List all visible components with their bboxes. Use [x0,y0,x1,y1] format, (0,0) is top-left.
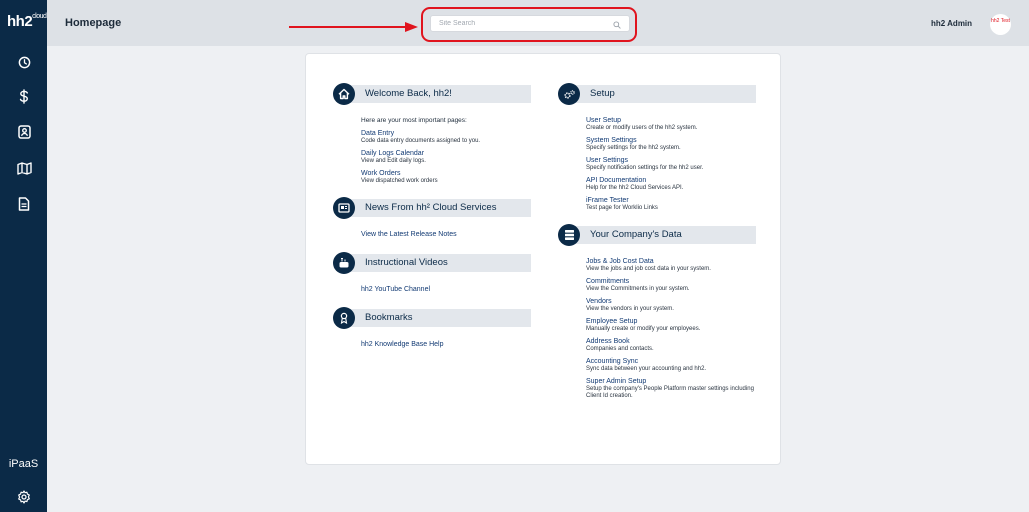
item-title[interactable]: Address Book [586,338,758,346]
list-item[interactable]: Super Admin Setup Setup the company's Peo… [586,378,758,400]
item-title[interactable]: Commitments [586,278,758,286]
user-name[interactable]: hh2 Admin [931,19,972,28]
list-item[interactable]: User Settings Specify notification settin… [586,157,758,172]
search-icon[interactable] [613,14,621,33]
list-item[interactable]: Daily Logs Calendar View and Edit daily l… [361,150,533,165]
company-data-section: Your Company's Data Jobs & Job Cost Data… [558,224,758,400]
list-item[interactable]: Work Orders View dispatched work orders [361,170,533,185]
site-search-box[interactable] [430,15,630,32]
item-title[interactable]: Accounting Sync [586,358,758,366]
list-item[interactable]: Data Entry Code data entry documents assi… [361,130,533,145]
item-desc: View the Commitments in your system. [586,286,690,292]
release-notes-link[interactable]: View the Latest Release Notes [361,231,533,238]
item-desc: Setup the company's People Platform mast… [586,386,754,399]
list-item[interactable]: iFrame Tester Test page for Worklio Links [586,197,758,212]
item-desc: Sync data between your accounting and hh… [586,366,707,372]
bookmark-icon [333,307,355,329]
logo-suffix: cloud [32,13,47,20]
gear-icon[interactable] [14,487,34,507]
bookmarks-section: Bookmarks hh2 Knowledge Base Help [333,307,533,348]
list-item[interactable]: Vendors View the vendors in your system. [586,298,758,313]
item-title[interactable]: Work Orders [361,170,533,178]
list-item[interactable]: API Documentation Help for the hh2 Cloud … [586,177,758,192]
ipaas-link[interactable]: iPaaS [0,458,47,470]
item-desc: Test page for Worklio Links [586,205,658,211]
sidebar: hh2cloud iPaaS [0,0,47,512]
gears-icon [558,83,580,105]
dollar-icon[interactable] [14,86,34,106]
news-icon [333,197,355,219]
item-title[interactable]: Employee Setup [586,318,758,326]
item-title[interactable]: Daily Logs Calendar [361,150,533,158]
welcome-title: Welcome Back, hh2! [365,88,452,99]
right-column: Setup User Setup Create or modify users o… [558,83,758,408]
news-title: News From hh² Cloud Services [365,202,497,213]
search-input[interactable] [439,20,613,27]
welcome-intro: Here are your most important pages: [361,117,467,124]
contacts-icon[interactable] [14,122,34,142]
item-title[interactable]: iFrame Tester [586,197,758,205]
list-item[interactable]: User Setup Create or modify users of the … [586,117,758,132]
item-title[interactable]: User Settings [586,157,758,165]
list-item[interactable]: Address Book Companies and contacts. [586,338,758,353]
item-desc: View and Edit daily logs. [361,158,426,164]
item-desc: View the vendors in your system. [586,306,674,312]
welcome-section: Welcome Back, hh2! Here are your most im… [333,83,533,185]
videos-title: Instructional Videos [365,257,448,268]
company-data-title: Your Company's Data [590,229,682,240]
item-desc: Companies and contacts. [586,346,654,352]
document-icon[interactable] [14,194,34,214]
clock-icon[interactable] [14,52,34,72]
item-desc: Specify settings for the hh2 system. [586,145,681,151]
red-arrow-annotation [289,22,418,32]
hh2-logo[interactable]: hh2cloud [7,13,47,33]
item-desc: View the jobs and job cost data in your … [586,266,711,272]
news-section: News From hh² Cloud Services View the La… [333,197,533,238]
left-column: Welcome Back, hh2! Here are your most im… [333,83,533,362]
setup-section: Setup User Setup Create or modify users o… [558,83,758,212]
bookmarks-title: Bookmarks [365,312,413,323]
item-desc: Manually create or modify your employees… [586,326,701,332]
item-desc: View dispatched work orders [361,178,438,184]
item-title[interactable]: Jobs & Job Cost Data [586,258,758,266]
avatar[interactable]: hh2 Test [990,14,1011,35]
youtube-channel-link[interactable]: hh2 YouTube Channel [361,286,533,293]
list-item[interactable]: System Settings Specify settings for the … [586,137,758,152]
youtube-icon [333,252,355,274]
database-icon [558,224,580,246]
home-icon [333,83,355,105]
item-desc: Create or modify users of the hh2 system… [586,125,698,131]
item-title[interactable]: Vendors [586,298,758,306]
videos-section: Instructional Videos hh2 YouTube Channel [333,252,533,293]
list-item[interactable]: Jobs & Job Cost Data View the jobs and jo… [586,258,758,273]
knowledge-base-link[interactable]: hh2 Knowledge Base Help [361,341,533,348]
top-bar: Homepage hh2 Admin hh2 Test [47,0,1029,46]
item-title[interactable]: API Documentation [586,177,758,185]
homepage-card: Welcome Back, hh2! Here are your most im… [305,53,781,465]
map-icon[interactable] [14,158,34,178]
list-item[interactable]: Commitments View the Commitments in your … [586,278,758,293]
list-item[interactable]: Employee Setup Manually create or modify … [586,318,758,333]
item-desc: Help for the hh2 Cloud Services API. [586,185,684,191]
item-title[interactable]: User Setup [586,117,758,125]
item-title[interactable]: Data Entry [361,130,533,138]
list-item[interactable]: Accounting Sync Sync data between your ac… [586,358,758,373]
logo-text: hh2 [7,13,33,30]
item-title[interactable]: Super Admin Setup [586,378,758,386]
item-title[interactable]: System Settings [586,137,758,145]
setup-title: Setup [590,88,615,99]
item-desc: Specify notification settings for the hh… [586,165,704,171]
page-title: Homepage [65,17,122,29]
item-desc: Code data entry documents assigned to yo… [361,138,481,144]
welcome-header: Welcome Back, hh2! [333,83,533,105]
